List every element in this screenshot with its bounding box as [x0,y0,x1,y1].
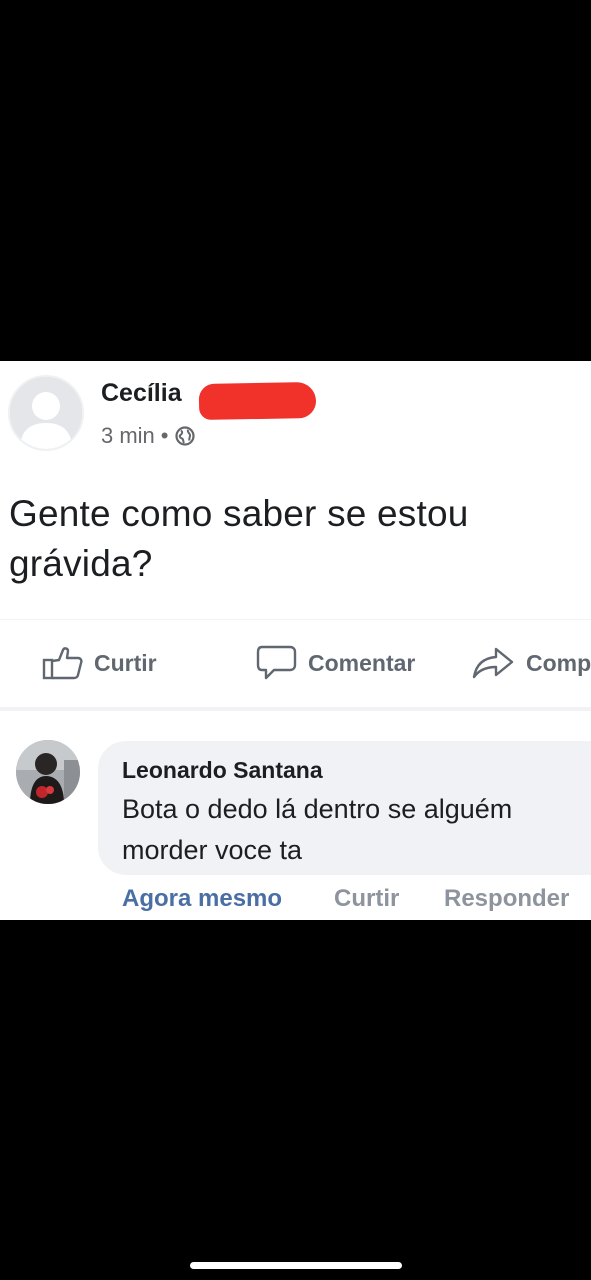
comment-reply-button[interactable]: Responder [444,885,569,913]
commenter-name[interactable]: Leonardo Santana [122,757,323,784]
comment-timestamp[interactable]: Agora mesmo [122,885,282,913]
name-redaction-mark [198,381,317,421]
share-label: Comp [526,649,591,676]
commenter-avatar[interactable] [16,740,80,804]
comment-like-button[interactable]: Curtir [334,885,399,913]
post-meta: 3 min • [101,423,195,449]
comment-label: Comentar [308,649,416,676]
divider [0,619,591,620]
speech-bubble-icon [256,645,297,680]
like-button[interactable]: Curtir [42,645,157,681]
comment-text: Bota o dedo lá dentro se alguém morder v… [122,794,513,865]
commenter-photo [16,740,80,804]
post-body-text: Gente como saber se estou grávida? [9,493,469,584]
like-label: Curtir [94,649,157,676]
default-avatar[interactable] [8,375,84,451]
globe-icon[interactable] [174,426,195,446]
screenshot: Cecília 3 min • Gente como saber se esto… [0,0,591,1280]
post-author-name[interactable]: Cecília [101,379,182,408]
home-indicator[interactable] [190,1262,402,1269]
thumbs-up-icon [42,647,83,680]
comment-button[interactable]: Comentar [256,645,415,681]
facebook-post-card: Cecília 3 min • Gente como saber se esto… [0,361,591,920]
meta-separator: • [160,423,169,448]
share-button[interactable]: Comp [472,645,591,681]
user-silhouette-icon [10,377,82,449]
share-arrow-icon [472,647,514,679]
post-timestamp[interactable]: 3 min [101,423,155,449]
divider [0,707,591,711]
